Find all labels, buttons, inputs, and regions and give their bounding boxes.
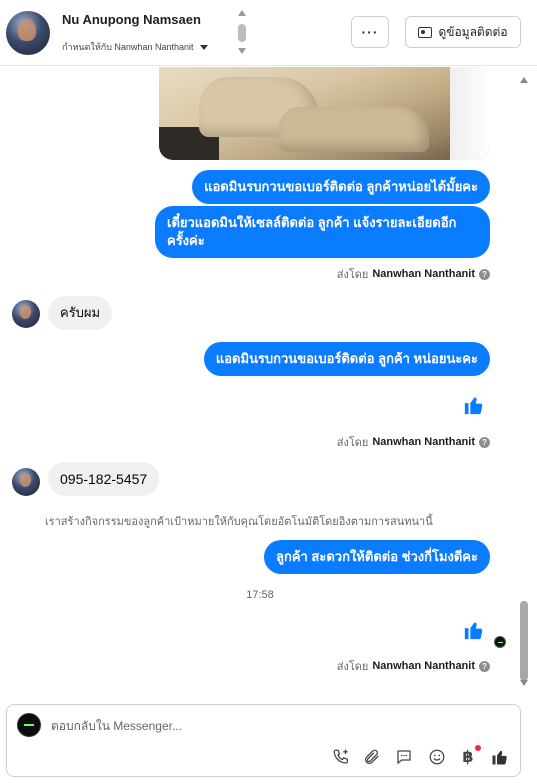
outgoing-message[interactable]: แอดมินรบกวนขอเบอร์ติดต่อ ลูกค้า หน่อยนะค… — [203, 342, 490, 376]
chat-bubble-icon — [397, 750, 411, 765]
smiley-icon — [429, 749, 445, 765]
notification-dot — [475, 745, 481, 751]
scroll-thumb[interactable] — [520, 601, 528, 681]
conversation-header: Nu Anupong Namsaen กำหนดให้กับ Nanwhan N… — [0, 0, 537, 66]
view-contact-label: ดูข้อมูลติดต่อ — [438, 24, 508, 39]
incoming-message[interactable]: 095-182-5457 — [48, 462, 160, 496]
sent-by-label: ส่งโดย Nanwhan Nanthanit ? — [337, 657, 490, 675]
sent-by-label: ส่งโดย Nanwhan Nanthanit ? — [337, 433, 490, 451]
scroll-up-icon[interactable] — [238, 10, 246, 16]
scroll-down-icon[interactable] — [520, 680, 528, 686]
sent-by-label: ส่งโดย Nanwhan Nanthanit ? — [337, 265, 490, 283]
sent-by-prefix: ส่งโดย — [336, 437, 369, 449]
saved-replies-button[interactable] — [394, 747, 414, 767]
timestamp: 17:58 — [246, 589, 274, 601]
phone-add-button[interactable] — [331, 747, 351, 767]
assignment-label: กำหนดให้กับ Nanwhan Nanthanit — [62, 42, 194, 52]
help-icon[interactable]: ? — [479, 436, 490, 448]
thumbs-up-icon[interactable] — [463, 394, 485, 416]
contact-avatar-small[interactable] — [12, 300, 40, 328]
system-note: เราสร้างกิจกรรมของลูกค้าเป้าหมายให้กับคุ… — [45, 516, 433, 528]
incoming-message[interactable]: ครับผม — [48, 296, 113, 330]
paperclip-icon — [365, 749, 379, 764]
sent-by-prefix: ส่งโดย — [336, 661, 369, 673]
shared-photo[interactable] — [159, 67, 490, 160]
header-scrollbar[interactable] — [237, 10, 247, 56]
chevron-down-icon — [200, 44, 209, 50]
thumbs-up-icon[interactable] — [463, 619, 485, 641]
contact-avatar[interactable] — [6, 11, 50, 55]
attach-button[interactable] — [362, 747, 382, 767]
id-card-icon — [418, 26, 433, 38]
send-like-button[interactable] — [490, 747, 510, 767]
page-avatar — [17, 713, 41, 737]
baht-icon: ฿ — [462, 749, 474, 766]
sender-name: Nanwhan Nanthanit — [372, 660, 475, 672]
outgoing-message[interactable]: เดี๋ยวแอดมินให้เซลล์ติดต่อ ลูกค้า แจ้งรา… — [155, 206, 490, 258]
scroll-thumb[interactable] — [238, 24, 246, 42]
assignment-dropdown[interactable]: กำหนดให้กับ Nanwhan Nanthanit — [62, 40, 209, 54]
contact-name[interactable]: Nu Anupong Namsaen — [62, 12, 201, 27]
thumbs-up-icon — [492, 750, 507, 765]
sender-name: Nanwhan Nanthanit — [372, 268, 475, 280]
contact-avatar-small[interactable] — [12, 468, 40, 496]
help-icon[interactable]: ? — [479, 660, 490, 672]
message-thread[interactable]: แอดมินรบกวนขอเบอร์ติดต่อ ลูกค้าหน่อยได้ม… — [0, 67, 537, 692]
scroll-down-icon[interactable] — [238, 48, 246, 54]
view-contact-button[interactable]: ดูข้อมูลติดต่อ — [405, 16, 521, 48]
thread-scrollbar[interactable] — [518, 67, 530, 692]
emoji-button[interactable] — [427, 747, 447, 767]
sent-by-prefix: ส่งโดย — [336, 269, 369, 281]
reply-input[interactable] — [51, 715, 491, 737]
phone-add-icon — [333, 749, 349, 764]
outgoing-message[interactable]: แอดมินรบกวนขอเบอร์ติดต่อ ลูกค้าหน่อยได้ม… — [192, 170, 490, 204]
reply-composer: ฿ — [6, 704, 521, 777]
help-icon[interactable]: ? — [479, 268, 490, 280]
outgoing-message[interactable]: ลูกค้า สะดวกให้ติดต่อ ช่วงกี่โมงดีคะ — [263, 540, 490, 574]
seen-avatar — [494, 636, 506, 648]
sender-name: Nanwhan Nanthanit — [372, 436, 475, 448]
scroll-up-icon[interactable] — [520, 77, 528, 83]
more-options-label: ··· — [361, 24, 379, 40]
more-options-button[interactable]: ··· — [351, 16, 389, 48]
